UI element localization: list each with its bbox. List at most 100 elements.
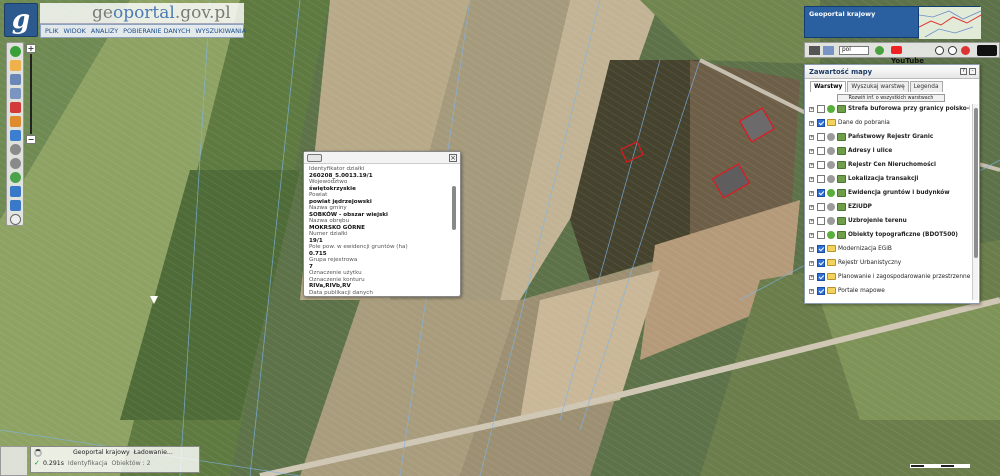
- expand-icon[interactable]: +: [809, 275, 814, 280]
- layer-checkbox[interactable]: [817, 273, 825, 281]
- layers-list-icon[interactable]: [10, 74, 21, 85]
- measure-ruler-icon[interactable]: [10, 130, 21, 141]
- language-select[interactable]: pol: [839, 46, 869, 55]
- layer-checkbox[interactable]: [817, 287, 825, 295]
- print-icon[interactable]: [10, 102, 21, 113]
- layer-checkbox[interactable]: [817, 217, 825, 225]
- expand-icon[interactable]: +: [809, 219, 814, 224]
- expand-icon[interactable]: +: [809, 149, 814, 154]
- save-map-icon[interactable]: [823, 46, 834, 55]
- expand-icon[interactable]: +: [809, 191, 814, 196]
- menu-item-analizy[interactable]: ANALIZY: [91, 27, 118, 35]
- status-panel: Geoportal krajowy Ładowanie... ✓ 0.291s …: [30, 446, 200, 473]
- expand-icon[interactable]: +: [809, 163, 814, 168]
- layer-item[interactable]: + Dane do pobrania: [808, 118, 970, 131]
- popup-scrollbar[interactable]: [451, 182, 457, 294]
- zoom-plus-button[interactable]: +: [26, 44, 36, 53]
- visibility-eye-icon[interactable]: [977, 45, 997, 56]
- expand-icon[interactable]: +: [809, 107, 814, 112]
- layer-item[interactable]: + Strefa buforowa przy granicy polsko-bia…: [808, 104, 970, 117]
- zoom-slider[interactable]: + −: [26, 44, 36, 144]
- layer-item[interactable]: + Adresy i ulice: [808, 146, 970, 159]
- expand-icon[interactable]: +: [809, 135, 814, 140]
- layer-item[interactable]: + Lokalizacja transakcji: [808, 174, 970, 187]
- zoom-track[interactable]: [30, 54, 32, 134]
- menu-item-pobieranie[interactable]: POBIERANIE DANYCH: [123, 27, 190, 35]
- forward-arrow-icon[interactable]: [10, 200, 21, 211]
- overview-minimap[interactable]: [918, 6, 982, 39]
- layer-status-icon: [827, 175, 835, 183]
- layer-item[interactable]: + Modernizacja EGiB: [808, 244, 970, 257]
- layer-checkbox[interactable]: [817, 259, 825, 267]
- expand-all-layers-button[interactable]: Rozwiń inf. o wszystkich warstwach: [837, 94, 945, 102]
- zoom-in-icon[interactable]: [10, 144, 21, 155]
- zoom-minus-button[interactable]: −: [26, 135, 36, 144]
- geoportal-krajowy-banner[interactable]: Geoportal krajowy: [804, 6, 920, 38]
- popup-header: ×: [304, 152, 460, 164]
- tab-wyszukaj-warstwe[interactable]: Wyszukaj warstwę: [847, 81, 909, 92]
- layer-item[interactable]: + Rejestr Urbanistyczny: [808, 258, 970, 271]
- locate-crosshair-icon[interactable]: [10, 214, 21, 225]
- settings-circle-icon[interactable]: [935, 46, 944, 55]
- expand-icon[interactable]: +: [809, 205, 814, 210]
- expand-icon[interactable]: +: [809, 289, 814, 294]
- menu-item-plik[interactable]: PLIK: [45, 27, 59, 35]
- layer-list-scroll-thumb[interactable]: [974, 108, 978, 258]
- layer-item[interactable]: + Planowanie i zagospodarowanie przestrze…: [808, 272, 970, 285]
- layer-checkbox[interactable]: [817, 189, 825, 197]
- panel-help-button[interactable]: ?: [960, 68, 967, 75]
- help-circle-icon[interactable]: [875, 46, 884, 55]
- layer-item[interactable]: + Ewidencja gruntów i budynków: [808, 188, 970, 201]
- layer-item[interactable]: + Państwowy Rejestr Granic: [808, 132, 970, 145]
- layer-status-icon: [827, 217, 835, 225]
- popup-scroll-thumb[interactable]: [452, 186, 456, 230]
- layer-checkbox[interactable]: [817, 119, 825, 127]
- expand-icon[interactable]: +: [809, 121, 814, 126]
- info-icon[interactable]: [10, 46, 21, 57]
- layer-checkbox[interactable]: [817, 203, 825, 211]
- print-map-icon[interactable]: [809, 46, 820, 55]
- menu-item-widok[interactable]: WIDOK: [64, 27, 86, 35]
- identify-window-icon[interactable]: [10, 88, 21, 99]
- menu-item-wyszukiwania[interactable]: WYSZUKIWANIA: [195, 27, 246, 35]
- layer-checkbox[interactable]: [817, 133, 825, 141]
- geoportal-logo[interactable]: g: [4, 3, 38, 37]
- expand-icon[interactable]: +: [809, 177, 814, 182]
- layer-label: Państwowy Rejestr Granic: [848, 134, 934, 140]
- popup-close-button[interactable]: ×: [449, 154, 457, 162]
- layer-label: Adresy i ulice: [848, 148, 893, 154]
- tab-legenda[interactable]: Legenda: [909, 81, 943, 92]
- youtube-link[interactable]: YouTube: [891, 46, 929, 65]
- layer-item[interactable]: + Rejestr Cen Nieruchomości: [808, 160, 970, 173]
- popup-menu-icon[interactable]: [307, 154, 322, 162]
- layer-item[interactable]: + Obiekty topograficzne (BDOT500): [808, 230, 970, 243]
- panel-collapse-button[interactable]: -: [969, 68, 976, 75]
- layer-checkbox[interactable]: [817, 245, 825, 253]
- record-icon[interactable]: [961, 46, 970, 55]
- layer-checkbox[interactable]: [817, 175, 825, 183]
- expand-icon[interactable]: +: [809, 261, 814, 266]
- layer-item[interactable]: + Uzbrojenie terenu: [808, 216, 970, 229]
- status-app-name: Geoportal krajowy: [73, 449, 130, 456]
- layer-checkbox[interactable]: [817, 147, 825, 155]
- layer-item[interactable]: + EZiUDP: [808, 202, 970, 215]
- zoom-out-icon[interactable]: [10, 158, 21, 169]
- draw-pencil-icon[interactable]: [10, 116, 21, 127]
- status-task: Identyfikacja: [67, 460, 108, 467]
- expand-icon[interactable]: +: [809, 233, 814, 238]
- layer-checkbox[interactable]: [817, 105, 825, 113]
- layer-label: Rejestr Cen Nieruchomości: [848, 162, 936, 168]
- pan-hand-icon[interactable]: [10, 60, 21, 71]
- banner-title: Geoportal krajowy: [809, 10, 876, 18]
- accessibility-icon[interactable]: [948, 46, 957, 55]
- back-arrow-icon[interactable]: [10, 186, 21, 197]
- bottom-left-strip: [0, 446, 28, 476]
- layer-list-scrollbar[interactable]: [972, 104, 978, 300]
- layer-checkbox[interactable]: [817, 231, 825, 239]
- tab-warstwy[interactable]: Warstwy: [810, 81, 847, 92]
- globe-icon[interactable]: [10, 172, 21, 183]
- map-contents-title: Zawartość mapy: [809, 68, 873, 76]
- expand-icon[interactable]: +: [809, 247, 814, 252]
- layer-item[interactable]: + Portale mapowe: [808, 286, 970, 299]
- layer-checkbox[interactable]: [817, 161, 825, 169]
